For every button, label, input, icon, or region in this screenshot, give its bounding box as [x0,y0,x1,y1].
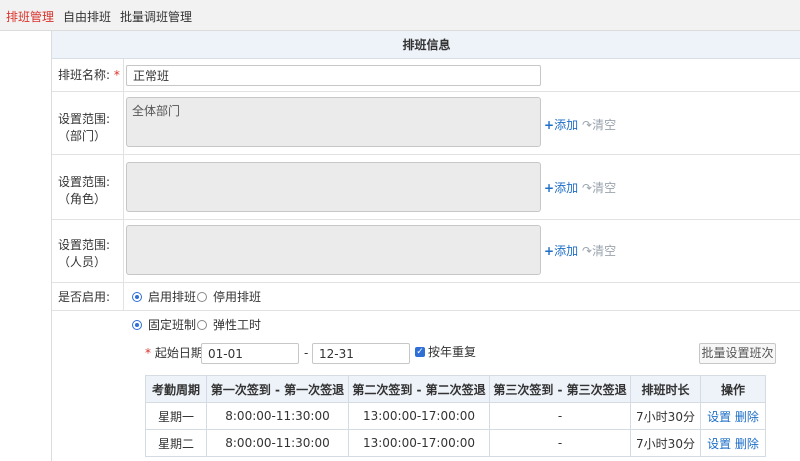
second-sign-cell: 13:00:00-17:00:00 [348,429,490,457]
enable-schedule-label[interactable]: 启用排班 [148,289,196,306]
clear-role-button[interactable]: ↷清空 [582,179,616,196]
refresh-arrow-icon: ↷ [582,244,593,258]
row-divider [52,282,800,283]
section-title: 排班信息 [52,31,800,59]
col-header-period: 考勤周期 [145,375,207,403]
edit-link[interactable]: 设置 [707,437,731,451]
required-mark: * [113,68,120,82]
role-scope-box[interactable] [126,162,541,212]
start-date-input[interactable] [201,343,299,364]
enabled-label: 是否启用: [58,290,111,304]
date-separator: - [304,346,309,360]
enable-schedule-radio[interactable] [132,292,142,302]
first-sign-cell: 8:00:00-11:30:00 [206,402,349,430]
clear-department-button[interactable]: ↷清空 [582,116,616,133]
row-divider [52,310,800,311]
refresh-arrow-icon: ↷ [582,181,593,195]
table-header-row: 考勤周期 第一次签到 - 第一次签退 第二次签到 - 第二次签退 第三次签到 -… [145,375,766,403]
first-sign-cell: 8:00:00-11:30:00 [206,429,349,457]
actions-cell: 设置 删除 [700,402,766,430]
name-label: 排班名称: * [58,68,120,82]
col-header-actions: 操作 [700,375,766,403]
top-tab-bar: 排班管理 自由排班 批量调班管理 [0,0,800,31]
plus-icon: + [544,118,555,132]
edit-link[interactable]: 设置 [707,410,731,424]
add-person-button[interactable]: +添加 [544,242,578,259]
plus-icon: + [544,181,555,195]
row-divider [52,91,800,92]
col-header-third-sign: 第三次签到 - 第三次签退 [489,375,631,403]
row-divider [52,219,800,220]
flex-hours-radio[interactable] [197,320,207,330]
col-header-second-sign: 第二次签到 - 第二次签退 [348,375,490,403]
department-scope-box[interactable]: 全体部门 [126,97,541,147]
delete-link[interactable]: 删除 [735,410,759,424]
schedule-form: 排班信息 排班名称: * 设置范围:（部门） 全体部门 +添加 ↷清空 设置范围… [51,31,800,461]
add-role-button[interactable]: +添加 [544,179,578,196]
flex-hours-label[interactable]: 弹性工时 [213,317,261,334]
second-sign-cell: 13:00:00-17:00:00 [348,402,490,430]
tab-schedule-management[interactable]: 排班管理 [6,8,54,25]
batch-set-shift-button[interactable]: 批量设置班次 [699,343,776,364]
scope-role-label: 设置范围: （角色） [58,175,111,206]
schedule-table: 考勤周期 第一次签到 - 第一次签退 第二次签到 - 第二次签退 第三次签到 -… [145,375,766,457]
refresh-arrow-icon: ↷ [582,118,593,132]
fixed-shift-label[interactable]: 固定班制 [148,317,196,334]
repeat-yearly-label[interactable]: 按年重复 [428,344,476,361]
duration-cell: 7小时30分 [630,402,701,430]
duration-cell: 7小时30分 [630,429,701,457]
disable-schedule-radio[interactable] [197,292,207,302]
fixed-shift-radio[interactable] [132,320,142,330]
third-sign-cell: - [489,402,631,430]
scope-department-label: 设置范围: （部门） [58,112,111,143]
row-divider [52,154,800,155]
table-row: 星期二 8:00:00-11:30:00 13:00:00-17:00:00 -… [145,429,766,457]
add-department-button[interactable]: +添加 [544,116,578,133]
table-row: 星期一 8:00:00-11:30:00 13:00:00-17:00:00 -… [145,402,766,430]
delete-link[interactable]: 删除 [735,437,759,451]
label-column-divider [123,59,124,311]
plus-icon: + [544,244,555,258]
third-sign-cell: - [489,429,631,457]
end-date-input[interactable] [312,343,410,364]
clear-person-button[interactable]: ↷清空 [582,242,616,259]
day-cell: 星期二 [145,429,207,457]
col-header-first-sign: 第一次签到 - 第一次签退 [206,375,349,403]
start-date-label: * 起始日期: [145,346,207,360]
person-scope-box[interactable] [126,225,541,275]
disable-schedule-label[interactable]: 停用排班 [213,289,261,306]
col-header-duration: 排班时长 [630,375,701,403]
scope-person-label: 设置范围: （人员） [58,238,111,269]
actions-cell: 设置 删除 [700,429,766,457]
checkmark-icon[interactable]: ✓ [415,347,425,357]
tab-free-schedule[interactable]: 自由排班 [63,8,111,25]
day-cell: 星期一 [145,402,207,430]
tab-batch-shift-management[interactable]: 批量调班管理 [120,8,192,25]
schedule-name-input[interactable] [126,65,541,86]
